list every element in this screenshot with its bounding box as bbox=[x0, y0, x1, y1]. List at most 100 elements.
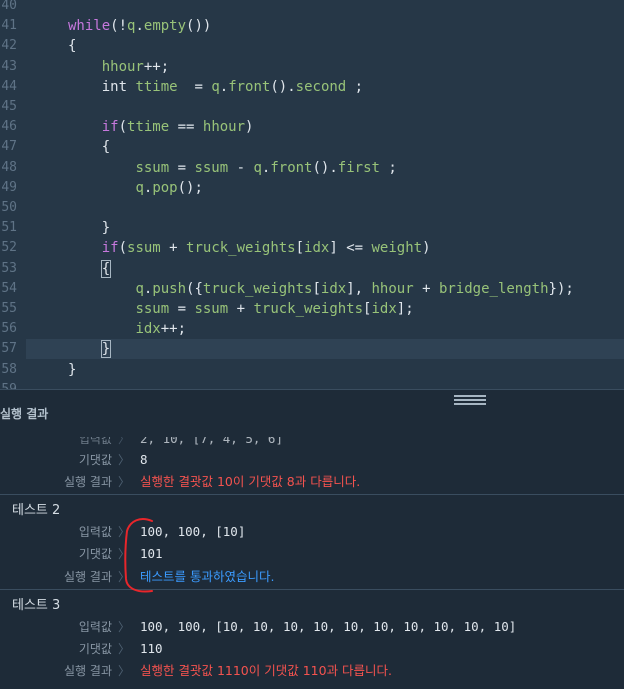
result-value: 110 bbox=[140, 641, 163, 656]
code-line[interactable]: 41 while(!q.empty()) bbox=[0, 16, 624, 36]
code-line[interactable]: 57 } bbox=[1, 339, 624, 360]
test-case-title: 테스트 3 bbox=[12, 598, 61, 613]
code-text[interactable]: hhour++; bbox=[68, 57, 169, 77]
line-number: 51 bbox=[1, 220, 17, 236]
line-number: 40 bbox=[1, 0, 17, 13]
code-line[interactable]: 53 { bbox=[0, 259, 624, 279]
test-case-header[interactable]: 테스트 2 bbox=[0, 494, 624, 521]
panel-title: 실행 결과 bbox=[0, 407, 49, 421]
code-token: (). bbox=[270, 78, 296, 95]
code-text[interactable]: int ttime = q.front().second ; bbox=[68, 77, 363, 97]
code-token: front bbox=[228, 78, 271, 95]
code-text[interactable]: { bbox=[68, 137, 110, 157]
code-text[interactable]: } bbox=[68, 218, 110, 238]
code-line[interactable]: 52 if(ssum + truck_weights[idx] <= weigh… bbox=[0, 238, 624, 258]
code-token: idx bbox=[304, 240, 330, 257]
code-token: [ bbox=[312, 280, 321, 297]
code-line[interactable]: 43 hhour++; bbox=[0, 57, 624, 77]
code-line[interactable]: 51 } bbox=[0, 218, 624, 238]
code-token: + bbox=[413, 280, 439, 297]
code-line[interactable]: 46 if(ttime == hhour) bbox=[0, 117, 624, 137]
code-token: idx bbox=[371, 301, 397, 317]
line-number: 54 bbox=[1, 280, 17, 296]
line-number: 42 bbox=[1, 38, 17, 54]
code-text[interactable]: if(ssum + truck_weights[idx] <= weight) bbox=[68, 238, 431, 258]
code-line[interactable]: 48 ssum = ssum - q.front().first ; bbox=[0, 158, 624, 178]
test-case-header[interactable]: 테스트 3 bbox=[0, 589, 624, 616]
code-text[interactable]: ssum = ssum + truck_weights[idx]; bbox=[68, 299, 413, 319]
code-token: if bbox=[101, 119, 119, 136]
code-line[interactable]: 42 { bbox=[0, 36, 624, 56]
code-line[interactable]: 49 q.pop(); bbox=[0, 178, 624, 198]
code-token: ssum bbox=[194, 301, 229, 317]
code-line[interactable]: 40 bbox=[0, 0, 624, 16]
code-token: - bbox=[228, 159, 254, 176]
line-number: 44 bbox=[1, 78, 17, 94]
code-line[interactable]: 59 bbox=[0, 380, 624, 389]
code-token: ++; bbox=[160, 321, 187, 338]
code-text[interactable]: while(!q.empty()) bbox=[68, 16, 211, 36]
code-line[interactable]: 47 { bbox=[0, 137, 624, 157]
chevron-right-icon: 〉 bbox=[118, 475, 131, 489]
code-text[interactable]: { bbox=[68, 259, 112, 279]
result-value: 100, 100, [10] bbox=[140, 524, 246, 539]
code-token: ], bbox=[346, 280, 372, 297]
result-row: 실행 결과 〉 실행한 결괏값 1110이 기댓값 110과 다릅니다. bbox=[0, 660, 624, 682]
code-token: front bbox=[270, 159, 313, 176]
result-label: 기댓값 bbox=[78, 453, 112, 467]
code-editor[interactable]: 40 41 while(!q.empty()) 42{43 hhour++; 44 in… bbox=[0, 0, 624, 389]
results-panel: 입력값 〉 2, 10, [7, 4, 5, 6] 기댓값 〉 8 실행 결과 〉 실행한 결괏… bbox=[0, 437, 624, 689]
line-number: 55 bbox=[1, 301, 17, 316]
chevron-right-icon: 〉 bbox=[118, 453, 131, 467]
code-line[interactable]: 50 bbox=[0, 198, 624, 218]
result-label: 기댓값 bbox=[78, 547, 112, 561]
code-token: } bbox=[68, 361, 77, 378]
result-status: 실행한 결괏값 10이 기댓값 8과 다릅니다. bbox=[140, 474, 361, 489]
code-text[interactable]: ssum = ssum - q.front().first ; bbox=[68, 158, 396, 178]
line-number: 46 bbox=[1, 119, 17, 135]
code-text[interactable]: { bbox=[68, 36, 76, 56]
matched-bracket: { bbox=[100, 259, 112, 278]
code-token: hhour bbox=[371, 280, 414, 297]
code-token: bridge_length bbox=[438, 280, 549, 297]
code-token: second bbox=[295, 78, 347, 95]
code-line[interactable]: 44 int ttime = q.front().second ; bbox=[0, 77, 624, 97]
code-token: truck_weights bbox=[253, 301, 364, 317]
code-line[interactable]: 54 q.push({truck_weights[idx], hhour + b… bbox=[0, 279, 624, 299]
code-line[interactable]: 45 bbox=[0, 97, 624, 117]
resize-handle-icon[interactable] bbox=[454, 395, 486, 405]
code-token: int bbox=[101, 78, 128, 95]
code-token: (! bbox=[110, 18, 128, 35]
code-text[interactable]: if(ttime == hhour) bbox=[68, 117, 254, 137]
code-token: if bbox=[101, 240, 119, 257]
code-line[interactable]: 56 idx++; bbox=[0, 319, 624, 339]
code-token: + bbox=[160, 240, 187, 257]
code-text[interactable]: q.push({truck_weights[idx], hhour + brid… bbox=[68, 279, 573, 299]
code-token: [ bbox=[295, 240, 305, 257]
line-number: 43 bbox=[1, 58, 17, 74]
result-value: 101 bbox=[140, 546, 163, 561]
code-line[interactable]: 58} bbox=[0, 360, 624, 380]
result-value: 100, 100, [10, 10, 10, 10, 10, 10, 10, 1… bbox=[140, 619, 517, 634]
panel-splitter[interactable]: 실행 결과 bbox=[0, 389, 624, 439]
line-number: 56 bbox=[1, 321, 17, 337]
code-text[interactable]: q.pop(); bbox=[68, 178, 202, 198]
code-text[interactable]: idx++; bbox=[68, 319, 186, 339]
code-token: q bbox=[211, 78, 220, 95]
line-number: 48 bbox=[1, 159, 17, 175]
code-token: push bbox=[152, 280, 187, 297]
code-text[interactable]: } bbox=[68, 360, 76, 380]
chevron-right-icon: 〉 bbox=[118, 525, 131, 539]
result-row: 실행 결과 〉 테스트를 통과하였습니다. bbox=[0, 566, 624, 588]
code-line[interactable]: 55 ssum = ssum + truck_weights[idx]; bbox=[0, 299, 624, 319]
code-token: ssum bbox=[127, 240, 161, 257]
result-value: 8 bbox=[140, 452, 148, 467]
code-token: empty bbox=[143, 18, 187, 35]
code-text[interactable]: } bbox=[68, 339, 112, 359]
chevron-right-icon: 〉 bbox=[118, 547, 131, 561]
